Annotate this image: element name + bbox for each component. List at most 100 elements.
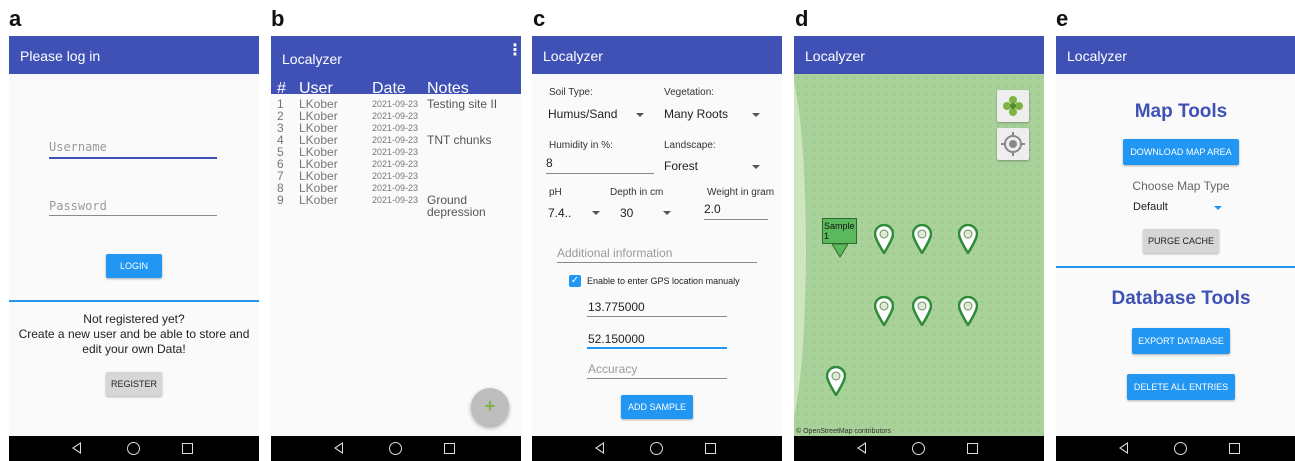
- back-icon[interactable]: [857, 442, 866, 454]
- accuracy-underline: [587, 378, 727, 379]
- android-nav-bar: [1056, 436, 1295, 461]
- sample-marker-label[interactable]: Sample 1: [822, 218, 857, 244]
- home-icon[interactable]: [1174, 442, 1187, 455]
- recent-apps-icon[interactable]: [182, 443, 193, 454]
- export-database-button[interactable]: EXPORT DATABASE: [1132, 328, 1230, 354]
- app-bar: Localyzer: [1056, 36, 1295, 74]
- back-icon[interactable]: [334, 442, 343, 454]
- row-notes: TNT chunks: [427, 133, 492, 147]
- username-input[interactable]: Username: [49, 140, 107, 154]
- chevron-down-icon: [663, 211, 671, 215]
- home-icon[interactable]: [912, 442, 925, 455]
- latitude-underline: [587, 347, 727, 349]
- chevron-down-icon: [636, 113, 644, 117]
- map-pin-icon[interactable]: [958, 224, 978, 254]
- layers-icon: [1003, 96, 1023, 116]
- latitude-input[interactable]: 52.150000: [588, 332, 645, 346]
- android-nav-bar: [9, 436, 259, 461]
- humidity-underline: [546, 173, 654, 174]
- android-nav-bar: [271, 436, 521, 461]
- map-clearing: [794, 64, 806, 434]
- soil-type-select[interactable]: Humus/Sand: [548, 107, 617, 121]
- more-vert-icon[interactable]: ⋮: [507, 43, 521, 59]
- humidity-label: Humidity in %:: [549, 140, 613, 151]
- row-notes: Testing site II: [427, 97, 498, 111]
- header-date: Date: [372, 80, 406, 97]
- ph-label: pH: [549, 187, 562, 198]
- vegetation-select[interactable]: Many Roots: [664, 107, 728, 121]
- ph-select[interactable]: 7.4..: [548, 206, 571, 220]
- password-input[interactable]: Password: [49, 199, 107, 213]
- map-type-select[interactable]: Default: [1133, 201, 1168, 213]
- additional-info-input[interactable]: Additional information: [557, 246, 672, 260]
- recent-apps-icon[interactable]: [444, 443, 455, 454]
- humidity-input[interactable]: 8: [546, 156, 553, 170]
- panel-label-a: a: [9, 6, 22, 31]
- map-pin-icon[interactable]: [958, 296, 978, 326]
- row-date: 2021-09-23: [372, 123, 419, 133]
- chevron-down-icon: [1214, 206, 1222, 210]
- add-sample-button[interactable]: ADD SAMPLE: [621, 395, 693, 419]
- recent-apps-icon[interactable]: [1229, 443, 1240, 454]
- landscape-select[interactable]: Forest: [664, 159, 698, 173]
- panel-label-e: e: [1056, 6, 1069, 31]
- header-notes: Notes: [427, 80, 469, 97]
- longitude-input[interactable]: 13.775000: [588, 300, 645, 314]
- row-date: 2021-09-23: [372, 135, 419, 145]
- layers-button[interactable]: [997, 90, 1029, 122]
- delete-all-entries-button[interactable]: DELETE ALL ENTRIES: [1127, 374, 1235, 400]
- row-notes: [427, 146, 519, 158]
- phone-map-screen: Localyzer Sample 1 © OpenStreetMap contr…: [794, 36, 1044, 461]
- download-map-area-button[interactable]: DOWNLOAD MAP AREA: [1123, 139, 1239, 165]
- row-date: 2021-09-23: [372, 183, 419, 193]
- plus-icon: +: [484, 396, 496, 416]
- home-icon[interactable]: [650, 442, 663, 455]
- register-info-line-1: Create a new user and be able to store a…: [18, 327, 250, 341]
- phone-sample-list-screen: Localyzer ⋮ # User Date Notes 1 LKober 202…: [271, 36, 521, 461]
- database-tools-heading: Database Tools: [1111, 288, 1251, 309]
- map-view[interactable]: Sample 1 © OpenStreetMap contributors: [794, 64, 1044, 436]
- app-title: Localyzer: [282, 51, 342, 67]
- table-row[interactable]: 9 LKober 2021-09-23 Ground depression: [277, 194, 519, 218]
- panel-label-c: c: [533, 6, 546, 31]
- row-date: 2021-09-23: [372, 147, 419, 157]
- map-pin-icon[interactable]: [912, 224, 932, 254]
- additional-info-underline: [557, 262, 757, 263]
- sample-marker-pointer: [832, 244, 848, 258]
- row-notes: [427, 158, 519, 170]
- divider: [9, 300, 259, 302]
- weight-label: Weight in gram: [707, 187, 775, 198]
- app-bar: Localyzer: [794, 36, 1044, 74]
- add-sample-fab[interactable]: +: [471, 388, 509, 426]
- my-location-icon: [1001, 132, 1025, 156]
- home-icon[interactable]: [127, 442, 140, 455]
- gps-checkbox[interactable]: ✓: [569, 275, 581, 287]
- depth-label: Depth in cm: [610, 187, 664, 198]
- back-icon[interactable]: [595, 442, 604, 454]
- map-tools-heading: Map Tools: [1134, 101, 1228, 122]
- chevron-down-icon: [752, 113, 760, 117]
- check-icon: ✓: [570, 275, 580, 286]
- login-button[interactable]: LOGIN: [106, 254, 162, 278]
- map-pin-icon[interactable]: [826, 366, 846, 396]
- weight-input[interactable]: 2.0: [704, 202, 721, 216]
- map-pin-icon[interactable]: [912, 296, 932, 326]
- table-header-row: # User Date Notes: [277, 80, 519, 98]
- register-button[interactable]: REGISTER: [106, 372, 162, 396]
- phone-add-sample-screen: Localyzer Soil Type: Humus/Sand Vegetati…: [532, 36, 782, 461]
- accuracy-input[interactable]: Accuracy: [588, 362, 637, 376]
- back-icon[interactable]: [72, 442, 81, 454]
- home-icon[interactable]: [389, 442, 402, 455]
- my-location-button[interactable]: [997, 128, 1029, 160]
- longitude-underline: [587, 316, 727, 317]
- recent-apps-icon[interactable]: [967, 443, 978, 454]
- map-pin-icon[interactable]: [874, 296, 894, 326]
- back-icon[interactable]: [1119, 442, 1128, 454]
- map-pin-icon[interactable]: [874, 224, 894, 254]
- row-date: 2021-09-23: [372, 171, 419, 181]
- purge-cache-button[interactable]: PURGE CACHE: [1143, 229, 1219, 253]
- depth-select[interactable]: 30: [620, 206, 633, 220]
- row-date: 2021-09-23: [372, 159, 419, 169]
- recent-apps-icon[interactable]: [705, 443, 716, 454]
- row-user: LKober: [299, 193, 338, 207]
